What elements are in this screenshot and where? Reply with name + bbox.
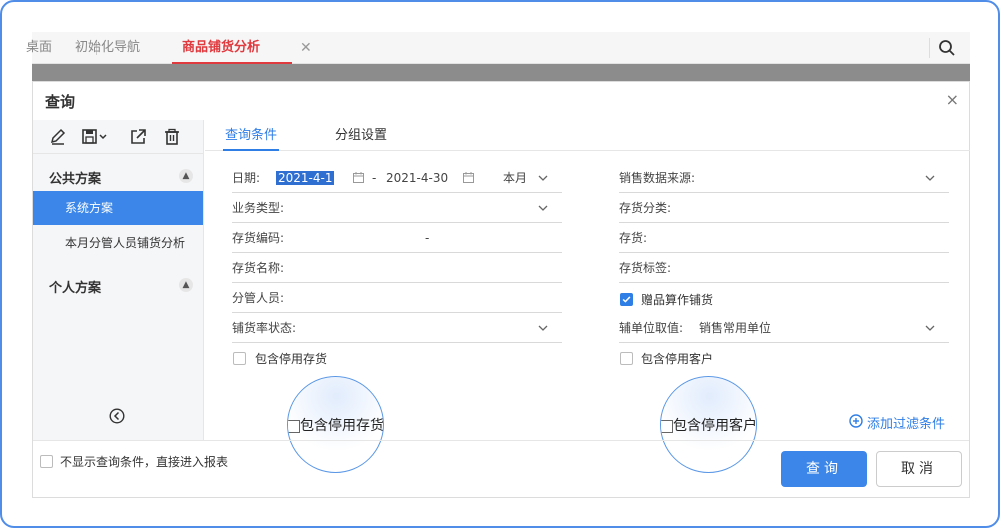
coverage-status-field[interactable]: 铺货率状态:	[232, 313, 562, 343]
biz-type-label: 业务类型:	[232, 201, 285, 215]
item-name-field[interactable]: 存货名称:	[232, 253, 562, 283]
coverage-status-label: 铺货率状态:	[232, 321, 297, 335]
tab-group-settings[interactable]: 分组设置	[335, 120, 387, 151]
stock-category-label: 存货分类:	[619, 201, 672, 215]
date-from-input[interactable]: 2021-4-1	[276, 171, 335, 185]
stock-tag-field[interactable]: 存货标签:	[619, 253, 949, 283]
date-range-separator: -	[372, 171, 377, 185]
aux-unit-value: 销售常用单位	[699, 321, 772, 335]
plan-toolbar	[33, 120, 204, 154]
query-dialog: 查询 × 公共方案 ▲ 系统方案 本月分管人员铺货分析 个人方案 ▲ 查询条件 …	[32, 81, 970, 498]
date-to-input[interactable]: 2021-4-30	[386, 163, 448, 193]
include-disabled-customer-checkbox[interactable]	[620, 352, 633, 365]
add-filter-label: 添加过滤条件	[867, 417, 946, 432]
include-disabled-stock-checkbox[interactable]	[233, 352, 246, 365]
check-icon	[622, 296, 631, 303]
query-button[interactable]: 查询	[781, 451, 867, 487]
skip-query-checkbox[interactable]	[40, 455, 53, 468]
public-plans-title: 公共方案	[49, 172, 102, 187]
date-range-field: 日期: 2021-4-1 - 2021-4-30 本月	[232, 163, 562, 193]
dialog-footer: 不显示查询条件，直接进入报表 查询 取消	[33, 440, 969, 498]
manager-field[interactable]: 分管人员:	[232, 283, 562, 313]
stock-label: 存货:	[619, 231, 648, 245]
stock-field[interactable]: 存货:	[619, 223, 949, 253]
delete-icon[interactable]	[163, 128, 181, 146]
skip-query-label: 不显示查询条件，直接进入报表	[60, 455, 229, 469]
period-select[interactable]: 本月	[503, 163, 527, 193]
item-name-label: 存货名称:	[232, 261, 285, 275]
tab-desktop[interactable]: 桌面	[26, 32, 52, 64]
tab-product-coverage[interactable]: 商品铺货分析	[172, 32, 292, 64]
edit-icon[interactable]	[49, 128, 67, 146]
manager-label: 分管人员:	[232, 291, 285, 305]
search-icon[interactable]	[938, 39, 956, 57]
plan-item-monthly-manager[interactable]: 本月分管人员铺货分析	[33, 226, 203, 260]
chevron-down-icon[interactable]	[538, 204, 548, 212]
dialog-close-icon[interactable]: ×	[946, 90, 959, 109]
date-label: 日期:	[232, 171, 261, 185]
gift-as-coverage-checkbox[interactable]	[620, 293, 633, 306]
item-code-label: 存货编码:	[232, 231, 285, 245]
chevron-down-icon[interactable]	[538, 174, 548, 182]
include-disabled-customer-label: 包含停用客户	[641, 352, 714, 366]
tab-query-conditions[interactable]: 查询条件	[223, 120, 280, 151]
aux-unit-label: 辅单位取值:	[619, 321, 684, 335]
export-icon[interactable]	[129, 128, 147, 146]
toolbar-divider	[929, 38, 930, 58]
dialog-title: 查询	[45, 93, 76, 111]
sub-tab-bar: 查询条件 分组设置	[205, 120, 970, 151]
sales-source-field[interactable]: 销售数据来源:	[619, 163, 949, 193]
sales-source-label: 销售数据来源:	[619, 171, 696, 185]
zoom-customer-label: 包含停用客户	[673, 418, 757, 434]
collapse-sidebar-icon[interactable]	[109, 408, 125, 424]
item-code-separator: -	[425, 231, 430, 245]
header-bar	[32, 64, 970, 81]
plan-item-system[interactable]: 系统方案	[33, 191, 203, 225]
plan-sidebar: 公共方案 ▲ 系统方案 本月分管人员铺货分析 个人方案 ▲	[33, 120, 204, 440]
zoom-stock-label: 包含停用存货	[300, 418, 384, 434]
chevron-down-icon[interactable]	[925, 324, 935, 332]
private-plans-chevron-icon[interactable]: ▲	[179, 278, 193, 292]
plus-circle-icon	[849, 414, 863, 428]
calendar-icon[interactable]	[353, 172, 364, 183]
tab-close-icon[interactable]: ✕	[300, 40, 312, 56]
chevron-down-icon[interactable]	[538, 324, 548, 332]
include-disabled-stock-label: 包含停用存货	[255, 352, 328, 366]
biz-type-field[interactable]: 业务类型:	[232, 193, 562, 223]
tab-init-nav[interactable]: 初始化导航	[75, 32, 140, 64]
chevron-down-icon[interactable]	[925, 174, 935, 182]
private-plans-title: 个人方案	[49, 281, 102, 296]
calendar-icon[interactable]	[463, 172, 474, 183]
zoom-checkbox	[288, 420, 300, 433]
query-content: 查询条件 分组设置 日期: 2021-4-1 - 2021-4-30 本月 业务…	[205, 120, 970, 473]
save-icon[interactable]	[81, 128, 109, 146]
stock-tag-label: 存货标签:	[619, 261, 672, 275]
gift-as-coverage-label: 赠品算作铺货	[641, 293, 714, 307]
item-code-field[interactable]: 存货编码: -	[232, 223, 562, 253]
app-frame: 桌面 初始化导航 商品铺货分析 ✕ 查询 × 公共方案 ▲ 系统方案 本月分管人…	[0, 0, 1000, 528]
public-plans-chevron-icon[interactable]: ▲	[179, 169, 193, 183]
aux-unit-field[interactable]: 辅单位取值: 销售常用单位	[619, 313, 949, 343]
top-tab-bar: 桌面 初始化导航 商品铺货分析 ✕	[26, 32, 970, 64]
zoom-checkbox	[661, 420, 673, 433]
stock-category-field[interactable]: 存货分类:	[619, 193, 949, 223]
cancel-button[interactable]: 取消	[876, 451, 962, 487]
